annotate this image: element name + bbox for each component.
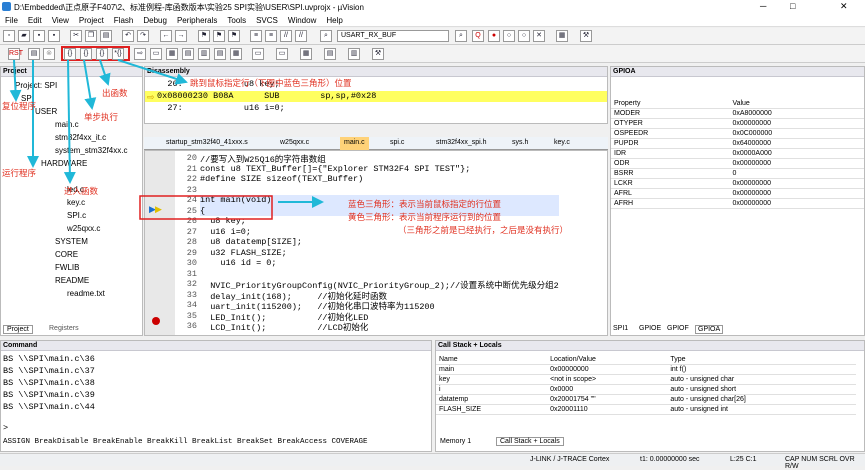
run-to-arrow <box>117 59 188 85</box>
annotation-reset: 复位程序 <box>2 101 37 111</box>
annotation-step-over: 进入函数 <box>64 186 99 196</box>
annotation-blue-triangle: 蓝色三角形：表示当前鼠标指定的行位置 <box>348 199 502 209</box>
annotation-yellow-triangle: 黄色三角形：表示当前程序运行到的位置 <box>348 212 502 222</box>
step-out-arrow <box>99 59 111 86</box>
step-arrow <box>83 59 97 110</box>
annotation-run: 运行程序 <box>2 168 37 178</box>
annotation-note: （三角形之前是已经执行，之后是没有执行） <box>398 225 569 235</box>
annotation-step: 单步执行 <box>84 112 119 122</box>
annotation-run-to: 跳到鼠标指定行（下图中蓝色三角形）位置 <box>190 78 352 88</box>
step-over-arrow <box>63 59 76 184</box>
reset-arrow <box>9 59 22 102</box>
annotation-step-out: 出函数 <box>102 88 128 98</box>
main-function-highlight <box>139 195 273 220</box>
